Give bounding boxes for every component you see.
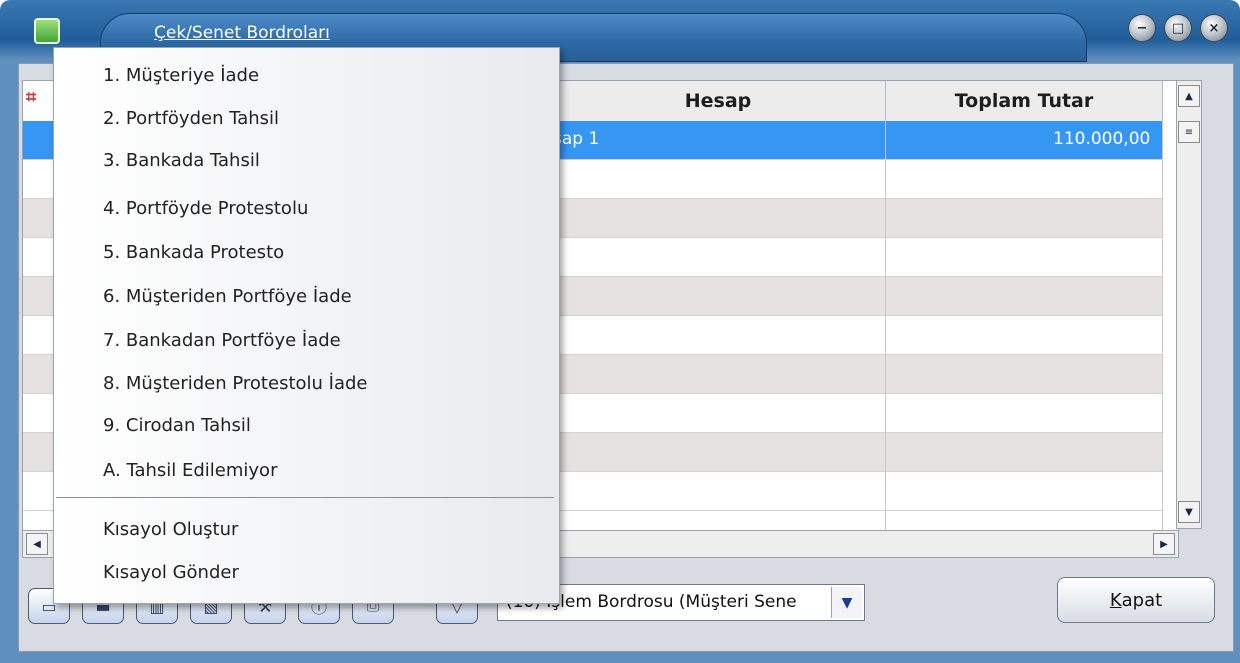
minimize-icon[interactable]: − <box>1128 14 1156 42</box>
cell-toplam-tutar: 110.000,00 <box>1053 129 1151 149</box>
scroll-up-icon[interactable]: ▲ <box>1178 85 1200 107</box>
menu-item-portfoyde-protestolu[interactable]: 4. Portföyde Protestolu <box>103 198 308 219</box>
close-button-label: apat <box>1121 589 1163 611</box>
scroll-right-icon[interactable]: ▶ <box>1153 533 1175 555</box>
menu-item-kisayol-gonder[interactable]: Kısayol Gönder <box>103 562 239 583</box>
app-window: Çek/Senet Bordroları − □ × Hesap Toplam … <box>0 0 1240 663</box>
column-divider <box>1162 121 1163 531</box>
vertical-scrollbar[interactable]: ▲ ≡ ▼ <box>1176 80 1202 529</box>
menu-item-bankada-tahsil[interactable]: 3. Bankada Tahsil <box>103 150 260 171</box>
scroll-down-icon[interactable]: ▼ <box>1178 501 1200 523</box>
close-icon[interactable]: × <box>1200 14 1228 42</box>
chevron-down-icon[interactable]: ▼ <box>831 587 862 618</box>
close-button-accelerator: K <box>1109 589 1122 611</box>
menu-item-bankada-protesto[interactable]: 5. Bankada Protesto <box>103 242 284 263</box>
menu-item-cirodan-tahsil[interactable]: 9. Cirodan Tahsil <box>103 415 251 436</box>
context-menu: 1. Müşteriye İade 2. Portföyden Tahsil 3… <box>53 47 560 604</box>
column-divider <box>885 121 886 531</box>
scroll-thumb[interactable]: ≡ <box>1178 121 1200 143</box>
column-header-hesap[interactable]: Hesap <box>551 81 886 122</box>
menu-separator <box>56 497 554 498</box>
menu-item-musteriye-iade[interactable]: 1. Müşteriye İade <box>103 65 259 86</box>
column-header-toplam-tutar[interactable]: Toplam Tutar <box>886 81 1163 122</box>
scroll-left-icon[interactable]: ◀ <box>26 533 48 555</box>
menu-item-tahsil-edilemiyor[interactable]: A. Tahsil Edilemiyor <box>103 460 277 481</box>
window-system-icon[interactable] <box>34 18 60 44</box>
window-title: Çek/Senet Bordroları <box>154 23 330 43</box>
maximize-icon[interactable]: □ <box>1164 14 1192 42</box>
menu-item-kisayol-olustur[interactable]: Kısayol Oluştur <box>103 519 238 540</box>
menu-item-musteriden-portfoye-iade[interactable]: 6. Müşteriden Portföye İade <box>103 286 352 307</box>
menu-item-portfoyden-tahsil[interactable]: 2. Portföyden Tahsil <box>103 108 279 129</box>
menu-item-musteriden-protestolu-iade[interactable]: 8. Müşteriden Protestolu İade <box>103 373 367 394</box>
close-button[interactable]: Kapat <box>1057 577 1215 623</box>
row-marker-icon[interactable]: ⌗ <box>26 87 36 108</box>
menu-item-bankadan-portfoye-iade[interactable]: 7. Bankadan Portföye İade <box>103 330 341 351</box>
